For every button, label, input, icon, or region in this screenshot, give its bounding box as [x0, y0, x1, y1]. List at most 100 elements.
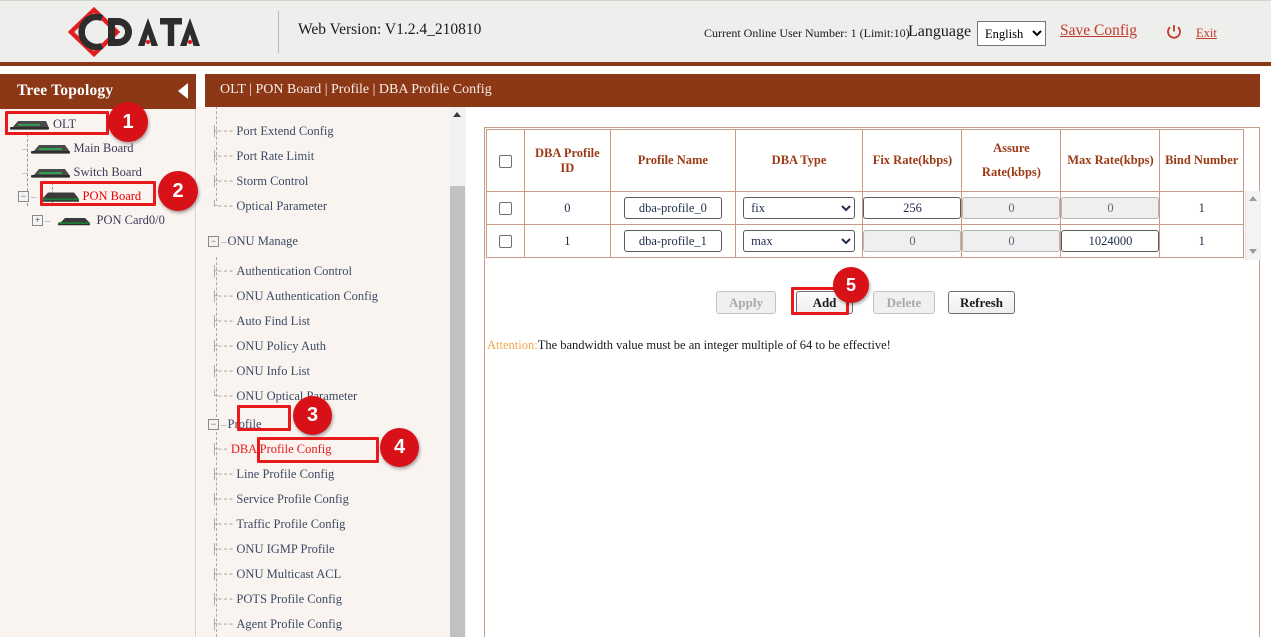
- menu-scroll-up-button[interactable]: [450, 107, 465, 122]
- tree-branch: ├---: [211, 291, 233, 303]
- dba-type-select[interactable]: max: [743, 230, 855, 252]
- menu-item-auto-find-list[interactable]: ├--- Auto Find List: [197, 309, 310, 334]
- menu-collapse-toggle[interactable]: −: [208, 236, 219, 247]
- tree-collapse-toggle[interactable]: −: [18, 191, 29, 202]
- tree-branch: ├---: [211, 366, 233, 378]
- menu-item-label: Traffic Profile Config: [236, 517, 345, 532]
- row-checkbox[interactable]: [499, 235, 512, 248]
- menu-collapse-toggle[interactable]: −: [208, 419, 219, 430]
- menu-item-label: Authentication Control: [236, 264, 352, 279]
- annotation-badge-2: 2: [158, 171, 198, 211]
- cell-max-rate: [1061, 192, 1160, 225]
- menu-group-profile[interactable]: − – Profile: [197, 412, 262, 437]
- menu-item-optical-parameter[interactable]: └--- Optical Parameter: [197, 194, 327, 219]
- assure-rate-input[interactable]: [962, 197, 1060, 219]
- tree-branch: ├---: [211, 519, 233, 531]
- cdata-logo: [68, 7, 218, 57]
- tree-branch: ├---: [211, 544, 233, 556]
- menu-item-label: Optical Parameter: [236, 199, 327, 214]
- profile-name-input[interactable]: [624, 230, 722, 252]
- menu-item-onu-authentication-config[interactable]: ├--- ONU Authentication Config: [197, 284, 378, 309]
- menu-item-authentication-control[interactable]: ├--- Authentication Control: [197, 259, 352, 284]
- cell-assure-rate: [962, 225, 1061, 258]
- menu-scrollbar-thumb[interactable]: [450, 186, 465, 637]
- menu-item-label: Port Extend Config: [236, 124, 333, 139]
- collapse-sidebar-icon[interactable]: [178, 83, 188, 99]
- menu-item-port-extend-config[interactable]: ├--- Port Extend Config: [197, 119, 334, 144]
- attention-message: The bandwidth value must be an integer m…: [538, 338, 891, 352]
- sidebar-node-olt[interactable]: OLT: [8, 114, 76, 135]
- table-row[interactable]: 1 max 1: [487, 225, 1244, 258]
- tree-expand-toggle[interactable]: +: [32, 215, 43, 226]
- cell-profile-id: 1: [524, 225, 610, 258]
- header-divider: [278, 11, 279, 53]
- table-scroll-down-button[interactable]: [1245, 244, 1261, 260]
- sidebar-node-switch-board[interactable]: – Switch Board: [22, 162, 142, 183]
- menu-item-pots-profile-config[interactable]: ├--- POTS Profile Config: [197, 587, 342, 612]
- menu-group-label: ONU Manage: [228, 234, 298, 249]
- save-config-link[interactable]: Save Config: [1060, 22, 1137, 40]
- profile-name-input[interactable]: [624, 197, 722, 219]
- cell-bind-number: 1: [1160, 225, 1244, 258]
- menu-item-service-profile-config[interactable]: ├--- Service Profile Config: [197, 487, 349, 512]
- assure-rate-input[interactable]: [962, 230, 1060, 252]
- tree-branch: ├---: [211, 316, 233, 328]
- menu-item-label: ONU IGMP Profile: [236, 542, 334, 557]
- refresh-button[interactable]: Refresh: [948, 291, 1015, 314]
- menu-item-storm-control[interactable]: ├--- Storm Control: [197, 169, 308, 194]
- menu-item-label: POTS Profile Config: [236, 592, 342, 607]
- column-header: DBA Profile ID: [524, 130, 610, 192]
- cell-dba-type: fix: [735, 192, 863, 225]
- column-header: Fix Rate(kbps): [863, 130, 962, 192]
- menu-group-onu-manage[interactable]: − – ONU Manage: [197, 229, 298, 254]
- menu-item-onu-policy-auth[interactable]: ├--- ONU Policy Auth: [197, 334, 326, 359]
- tree-topology-sidebar: Tree Topology OLT – Main Board –: [0, 74, 196, 637]
- sidebar-node-label: PON Card0/0: [97, 213, 165, 228]
- menu-item-onu-info-list[interactable]: ├--- ONU Info List: [197, 359, 310, 384]
- power-icon[interactable]: [1166, 24, 1182, 40]
- device-card-icon: [52, 215, 94, 226]
- tree-branch: ├---: [211, 469, 233, 481]
- select-all-checkbox[interactable]: [499, 155, 512, 168]
- language-select[interactable]: English: [977, 21, 1046, 46]
- sidebar-node-main-board[interactable]: – Main Board: [22, 138, 134, 159]
- breadcrumb: OLT | PON Board | Profile | DBA Profile …: [220, 82, 492, 98]
- table-scroll-up-button[interactable]: [1245, 191, 1261, 207]
- table-row[interactable]: 0 fix 1: [487, 192, 1244, 225]
- language-label: Language: [908, 23, 971, 41]
- max-rate-input[interactable]: [1061, 230, 1159, 252]
- menu-item-traffic-profile-config[interactable]: ├--- Traffic Profile Config: [197, 512, 345, 537]
- menu-item-line-profile-config[interactable]: ├--- Line Profile Config: [197, 462, 334, 487]
- tree-dash: –: [22, 143, 28, 155]
- fix-rate-input[interactable]: [863, 230, 961, 252]
- sidebar-node-pon-board[interactable]: − – PON Board: [18, 186, 141, 207]
- menu-item-agent-profile-config[interactable]: ├--- Agent Profile Config: [197, 612, 342, 637]
- row-select-cell: [487, 225, 525, 258]
- device-board-icon: [38, 191, 80, 202]
- tree-dash: –: [31, 191, 37, 203]
- row-select-cell: [487, 192, 525, 225]
- select-all-header: [487, 130, 525, 192]
- tree-branch: ├---: [211, 494, 233, 506]
- menu-item-dba-profile-config[interactable]: ├-- DBA Profile Config: [197, 437, 332, 462]
- tree-branch: ├--: [211, 444, 228, 456]
- annotation-badge-5: 5: [833, 267, 869, 303]
- delete-button[interactable]: Delete: [873, 291, 935, 314]
- breadcrumb-bar: OLT | PON Board | Profile | DBA Profile …: [205, 74, 1260, 107]
- apply-button[interactable]: Apply: [716, 291, 776, 314]
- menu-item-onu-optical-parameter[interactable]: └--- ONU Optical Parameter: [197, 384, 357, 409]
- fix-rate-input[interactable]: [863, 197, 961, 219]
- online-user-count: Current Online User Number: 1 (Limit:10): [704, 26, 910, 41]
- exit-link[interactable]: Exit: [1196, 26, 1217, 41]
- header-rule: [0, 62, 1271, 66]
- tree-dash: –: [221, 236, 227, 248]
- menu-item-onu-igmp-profile[interactable]: ├--- ONU IGMP Profile: [197, 537, 335, 562]
- menu-item-label: Line Profile Config: [236, 467, 334, 482]
- dba-type-select[interactable]: fix: [743, 197, 855, 219]
- annotation-badge-4: 4: [380, 428, 419, 467]
- max-rate-input[interactable]: [1061, 197, 1159, 219]
- row-checkbox[interactable]: [499, 202, 512, 215]
- menu-item-port-rate-limit[interactable]: ├--- Port Rate Limit: [197, 144, 314, 169]
- sidebar-node-pon-card-0-0[interactable]: + – PON Card0/0: [32, 210, 165, 231]
- menu-item-onu-multicast-acl[interactable]: ├--- ONU Multicast ACL: [197, 562, 341, 587]
